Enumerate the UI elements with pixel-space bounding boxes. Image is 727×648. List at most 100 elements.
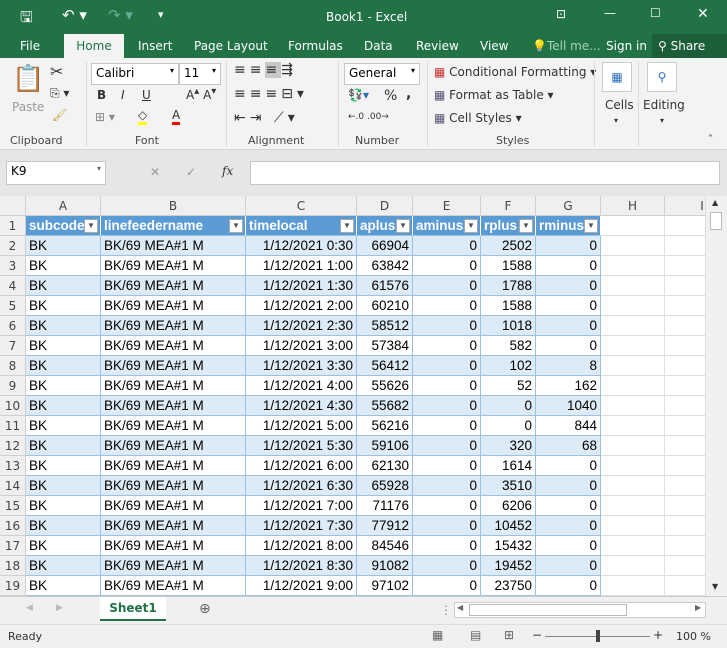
- table-cell[interactable]: 320: [481, 436, 536, 456]
- table-cell[interactable]: BK/69 MEA#1 M: [101, 456, 246, 476]
- formula-input[interactable]: [250, 161, 720, 185]
- table-cell[interactable]: 0: [536, 536, 601, 556]
- column-header-F[interactable]: F: [481, 196, 536, 216]
- column-header-B[interactable]: B: [101, 196, 246, 216]
- table-cell[interactable]: 8: [536, 356, 601, 376]
- row-header[interactable]: 4: [0, 276, 26, 296]
- table-cell[interactable]: BK/69 MEA#1 M: [101, 336, 246, 356]
- minimize-button[interactable]: —: [604, 6, 616, 20]
- font-size-dropdown[interactable]: 11 ▾: [179, 63, 221, 85]
- table-cell[interactable]: 0: [413, 476, 481, 496]
- horizontal-align-icons[interactable]: ≡≡≡⊟▾: [234, 86, 308, 102]
- table-cell[interactable]: 1614: [481, 456, 536, 476]
- tab-home[interactable]: Home: [64, 34, 124, 58]
- sheet-tab-sheet1[interactable]: Sheet1: [100, 597, 166, 621]
- cells-button[interactable]: Cells: [605, 98, 634, 112]
- zoom-slider-thumb[interactable]: [596, 630, 600, 642]
- table-cell[interactable]: 56412: [357, 356, 413, 376]
- tab-page-layout[interactable]: Page Layout: [188, 34, 274, 58]
- table-cell[interactable]: 59106: [357, 436, 413, 456]
- empty-cell[interactable]: [665, 416, 705, 436]
- empty-cell[interactable]: [665, 376, 705, 396]
- table-cell[interactable]: 0: [536, 236, 601, 256]
- prev-sheet-icon[interactable]: ◀: [26, 603, 33, 613]
- row-header[interactable]: 7: [0, 336, 26, 356]
- table-cell[interactable]: 58512: [357, 316, 413, 336]
- table-cell[interactable]: 65928: [357, 476, 413, 496]
- cell-styles-button[interactable]: ▦ Cell Styles ▾: [434, 111, 522, 125]
- column-header-E[interactable]: E: [413, 196, 481, 216]
- row-header[interactable]: 11: [0, 416, 26, 436]
- table-cell[interactable]: 10452: [481, 516, 536, 536]
- empty-cell[interactable]: [665, 496, 705, 516]
- table-cell[interactable]: 0: [413, 456, 481, 476]
- empty-cell[interactable]: [601, 276, 665, 296]
- tab-review[interactable]: Review: [410, 34, 465, 58]
- empty-cell[interactable]: [601, 476, 665, 496]
- table-cell[interactable]: BK/69 MEA#1 M: [101, 256, 246, 276]
- table-cell[interactable]: 71176: [357, 496, 413, 516]
- empty-cell[interactable]: [665, 276, 705, 296]
- table-cell[interactable]: BK: [26, 416, 101, 436]
- table-cell[interactable]: BK: [26, 496, 101, 516]
- table-cell[interactable]: 6206: [481, 496, 536, 516]
- table-cell[interactable]: 0: [413, 336, 481, 356]
- table-cell[interactable]: 1018: [481, 316, 536, 336]
- empty-cell[interactable]: [601, 576, 665, 596]
- row-header[interactable]: 2: [0, 236, 26, 256]
- table-cell[interactable]: 0: [413, 356, 481, 376]
- empty-cell[interactable]: [665, 536, 705, 556]
- empty-cell[interactable]: [601, 436, 665, 456]
- row-header[interactable]: 15: [0, 496, 26, 516]
- table-cell[interactable]: 0: [536, 496, 601, 516]
- empty-cell[interactable]: [665, 216, 705, 236]
- empty-cell[interactable]: [665, 256, 705, 276]
- table-cell[interactable]: 1/12/2021 8:00: [246, 536, 357, 556]
- cells-dropdown-icon[interactable]: ▾: [614, 116, 618, 125]
- table-cell[interactable]: 0: [413, 276, 481, 296]
- table-cell[interactable]: BK: [26, 456, 101, 476]
- table-cell[interactable]: 0: [413, 576, 481, 596]
- table-cell[interactable]: 1/12/2021 0:30: [246, 236, 357, 256]
- ribbon-display-icon[interactable]: ⊡: [556, 7, 566, 21]
- table-cell[interactable]: 0: [413, 256, 481, 276]
- increase-font-icon[interactable]: A▴ A▾: [186, 86, 216, 102]
- save-icon[interactable]: 🖫: [20, 7, 33, 32]
- table-cell[interactable]: 1/12/2021 2:00: [246, 296, 357, 316]
- empty-cell[interactable]: [601, 516, 665, 536]
- table-cell[interactable]: BK: [26, 536, 101, 556]
- empty-cell[interactable]: [665, 436, 705, 456]
- table-cell[interactable]: 1/12/2021 5:00: [246, 416, 357, 436]
- empty-cell[interactable]: [665, 516, 705, 536]
- empty-cell[interactable]: [601, 536, 665, 556]
- row-header[interactable]: 13: [0, 456, 26, 476]
- table-cell[interactable]: 1/12/2021 4:00: [246, 376, 357, 396]
- insert-function-button[interactable]: fx: [222, 164, 233, 178]
- empty-cell[interactable]: [665, 576, 705, 596]
- scroll-up-icon[interactable]: ▲: [712, 198, 718, 207]
- table-cell[interactable]: 1/12/2021 2:30: [246, 316, 357, 336]
- table-cell[interactable]: BK: [26, 396, 101, 416]
- table-cell[interactable]: 1040: [536, 396, 601, 416]
- table-cell[interactable]: 63842: [357, 256, 413, 276]
- table-cell[interactable]: 0: [536, 336, 601, 356]
- table-cell[interactable]: 0: [536, 456, 601, 476]
- format-painter-icon[interactable]: 🖌: [52, 108, 67, 122]
- tab-formulas[interactable]: Formulas: [282, 34, 349, 58]
- table-cell[interactable]: 55682: [357, 396, 413, 416]
- row-header[interactable]: 3: [0, 256, 26, 276]
- table-cell[interactable]: 1/12/2021 3:30: [246, 356, 357, 376]
- table-cell[interactable]: BK: [26, 316, 101, 336]
- empty-cell[interactable]: [601, 456, 665, 476]
- table-cell[interactable]: 0: [481, 416, 536, 436]
- table-cell[interactable]: 91082: [357, 556, 413, 576]
- table-cell[interactable]: 55626: [357, 376, 413, 396]
- tab-file[interactable]: File: [14, 34, 46, 58]
- empty-cell[interactable]: [601, 316, 665, 336]
- row-header[interactable]: 10: [0, 396, 26, 416]
- customize-qat-icon[interactable]: ▾: [158, 8, 164, 21]
- new-sheet-icon[interactable]: ⊕: [199, 601, 211, 617]
- table-cell[interactable]: BK: [26, 356, 101, 376]
- filter-dropdown-icon[interactable]: ▼: [519, 219, 533, 233]
- table-cell[interactable]: 844: [536, 416, 601, 436]
